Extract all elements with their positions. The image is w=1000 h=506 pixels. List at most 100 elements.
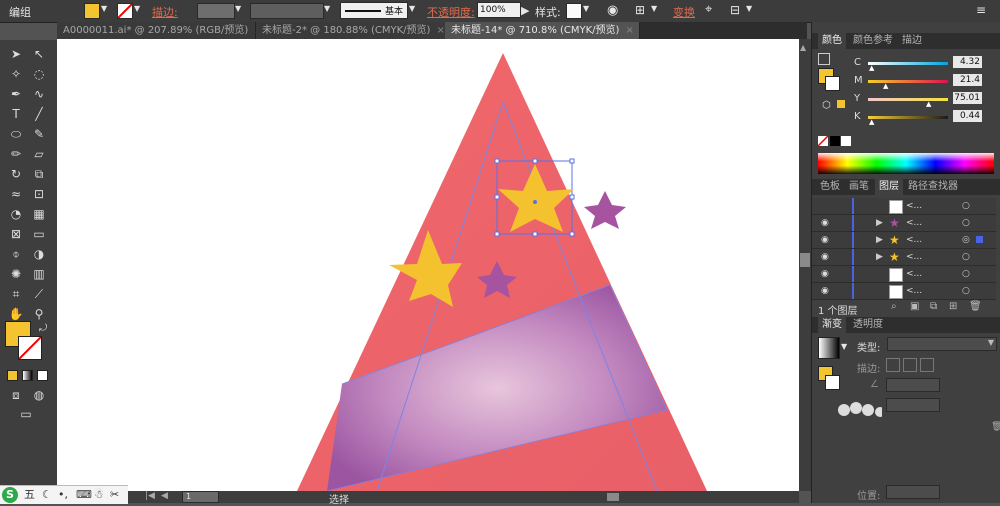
align-icon[interactable]: ⊞: [635, 3, 645, 17]
angle-input[interactable]: [886, 378, 940, 392]
isolate-icon[interactable]: ⌖: [705, 2, 712, 17]
tab-gradient[interactable]: 渐变: [818, 317, 846, 333]
artwork[interactable]: [57, 39, 799, 491]
doc-tab-2[interactable]: 未标题-2* @ 180.88% (CMYK/预览) ×: [256, 22, 446, 39]
tab-swatches[interactable]: 色板: [816, 179, 844, 195]
target-icon[interactable]: ○: [962, 249, 970, 265]
punctuation-icon[interactable]: •,: [58, 487, 68, 503]
arrange-icon[interactable]: ⊟: [730, 3, 740, 17]
magic-wand-tool-icon[interactable]: ✧: [6, 66, 26, 83]
target-icon[interactable]: ○: [962, 198, 970, 214]
visibility-eye-icon[interactable]: ◉: [821, 249, 829, 265]
opacity-arrow-icon[interactable]: ▶: [521, 4, 529, 17]
vertical-scroll-thumb[interactable]: [800, 253, 810, 267]
type-tool-icon[interactable]: T: [6, 106, 26, 123]
default-colors-icon[interactable]: [818, 53, 830, 65]
black-swatch[interactable]: [830, 136, 840, 146]
layer-row[interactable]: ◉ ▶ ★ <... ◎: [812, 232, 996, 249]
tools-icon[interactable]: ✂: [110, 487, 119, 503]
style-dropdown-icon[interactable]: ▼: [583, 4, 589, 13]
ime-logo[interactable]: S: [2, 487, 18, 503]
gradient-mode-icon[interactable]: [22, 370, 33, 381]
brush-definition[interactable]: 基本: [340, 2, 408, 19]
gradient-stroke-swatch[interactable]: [825, 375, 840, 390]
warp-tool-icon[interactable]: ≈: [6, 186, 26, 203]
graphic-style-swatch[interactable]: [566, 3, 582, 19]
free-transform-tool-icon[interactable]: ⊡: [29, 186, 49, 203]
tab-transparency[interactable]: 透明度: [849, 317, 887, 333]
channel-c-slider[interactable]: [868, 62, 948, 65]
channel-y-thumb-icon[interactable]: ▲: [926, 100, 931, 108]
layer-row[interactable]: <... ○: [812, 198, 996, 215]
expand-arrow-icon[interactable]: ▶: [876, 232, 883, 248]
channel-c-input[interactable]: 4.32: [953, 56, 982, 68]
pen-tool-icon[interactable]: ✒: [6, 86, 26, 103]
panel-stroke-swatch[interactable]: [825, 76, 840, 91]
channel-m-input[interactable]: 21.4: [953, 74, 982, 86]
moon-icon[interactable]: ☾: [42, 487, 52, 503]
selection-tool-icon[interactable]: ➤: [6, 46, 26, 63]
stroke-dropdown-icon[interactable]: ▼: [134, 4, 140, 13]
swap-colors-icon[interactable]: ⤾: [33, 320, 53, 337]
recolor-artwork-icon[interactable]: ◉: [607, 3, 618, 18]
horizontal-scrollbar[interactable]: |◀ ◀ 1 选择: [57, 491, 799, 506]
channel-m-thumb-icon[interactable]: ▲: [883, 82, 888, 90]
gradient-tool-icon[interactable]: ▭: [29, 226, 49, 243]
column-graph-tool-icon[interactable]: ▥: [29, 266, 49, 283]
stroke-gradient-across-icon[interactable]: [920, 358, 934, 372]
gradient-preview[interactable]: [818, 337, 840, 359]
delete-stop-icon[interactable]: 🗑: [991, 422, 1000, 432]
new-sublayer-icon[interactable]: ⧉: [930, 301, 937, 312]
panel-menu-icon[interactable]: ≡: [976, 3, 986, 17]
tab-color-guide[interactable]: 颜色参考: [849, 33, 897, 49]
gradient-preset-dropdown-icon[interactable]: ▼: [841, 342, 847, 351]
tab-stroke[interactable]: 描边: [898, 33, 926, 49]
stroke-gradient-along-icon[interactable]: [903, 358, 917, 372]
draw-mode-icon[interactable]: ⧈: [6, 387, 26, 404]
scale-tool-icon[interactable]: ⧉: [29, 166, 49, 183]
stroke-weight-dropdown-icon[interactable]: ▼: [235, 4, 241, 13]
close-icon[interactable]: ×: [625, 25, 633, 36]
eyedropper-tool-icon[interactable]: ⌽: [6, 246, 26, 263]
tab-pathfinder[interactable]: 路径查找器: [904, 179, 962, 195]
blend-tool-icon[interactable]: ◑: [29, 246, 49, 263]
color-spectrum[interactable]: [818, 153, 994, 174]
direct-selection-tool-icon[interactable]: ↖: [29, 46, 49, 63]
position-input[interactable]: [886, 485, 940, 499]
layer-row[interactable]: ◉ ▶ ★ <... ○: [812, 249, 996, 266]
selected-art-indicator[interactable]: [976, 236, 983, 243]
channel-k-input[interactable]: 0.44: [953, 110, 982, 122]
horizontal-scroll-thumb[interactable]: [607, 493, 619, 501]
eraser-tool-icon[interactable]: ▱: [29, 146, 49, 163]
doc-tab-1[interactable]: A0000011.ai* @ 207.89% (RGB/预览)×: [57, 22, 263, 39]
channel-k-slider[interactable]: [868, 116, 948, 119]
artboard-canvas[interactable]: [57, 39, 799, 491]
channel-c-thumb-icon[interactable]: ▲: [869, 64, 874, 72]
target-icon[interactable]: ○: [962, 215, 970, 231]
profile-dropdown-icon[interactable]: ▼: [324, 4, 330, 13]
stroke-label[interactable]: 描边:: [152, 4, 178, 20]
arrange-dropdown-icon[interactable]: ▼: [746, 4, 752, 13]
artboard-tool-icon[interactable]: ⌗: [6, 286, 26, 303]
gradient-slider-stops[interactable]: [822, 400, 885, 420]
visibility-eye-icon[interactable]: ◉: [821, 232, 829, 248]
scroll-up-icon[interactable]: ▲: [800, 43, 810, 52]
paintbrush-tool-icon[interactable]: ✎: [29, 126, 49, 143]
tab-brushes[interactable]: 画笔: [845, 179, 873, 195]
doc-tab-3[interactable]: 未标题-14* @ 710.8% (CMYK/预览) ×: [445, 22, 640, 39]
slice-tool-icon[interactable]: ⟋: [29, 286, 49, 303]
white-swatch[interactable]: [841, 136, 851, 146]
tab-layers[interactable]: 图层: [875, 179, 903, 195]
stroke-swatch[interactable]: [117, 3, 133, 19]
pencil-tool-icon[interactable]: ✏: [6, 146, 26, 163]
channel-y-input[interactable]: 75.01: [953, 92, 982, 104]
gradient-type-select[interactable]: ▼: [887, 337, 997, 351]
curvature-tool-icon[interactable]: ∿: [29, 86, 49, 103]
mesh-tool-icon[interactable]: ⊠: [6, 226, 26, 243]
visibility-eye-icon[interactable]: ◉: [821, 215, 829, 231]
align-dropdown-icon[interactable]: ▼: [651, 4, 657, 13]
draw-behind-icon[interactable]: ◍: [29, 387, 49, 404]
channel-y-slider[interactable]: [868, 98, 948, 101]
transform-label[interactable]: 变换: [673, 4, 695, 20]
channel-m-slider[interactable]: [868, 80, 948, 83]
